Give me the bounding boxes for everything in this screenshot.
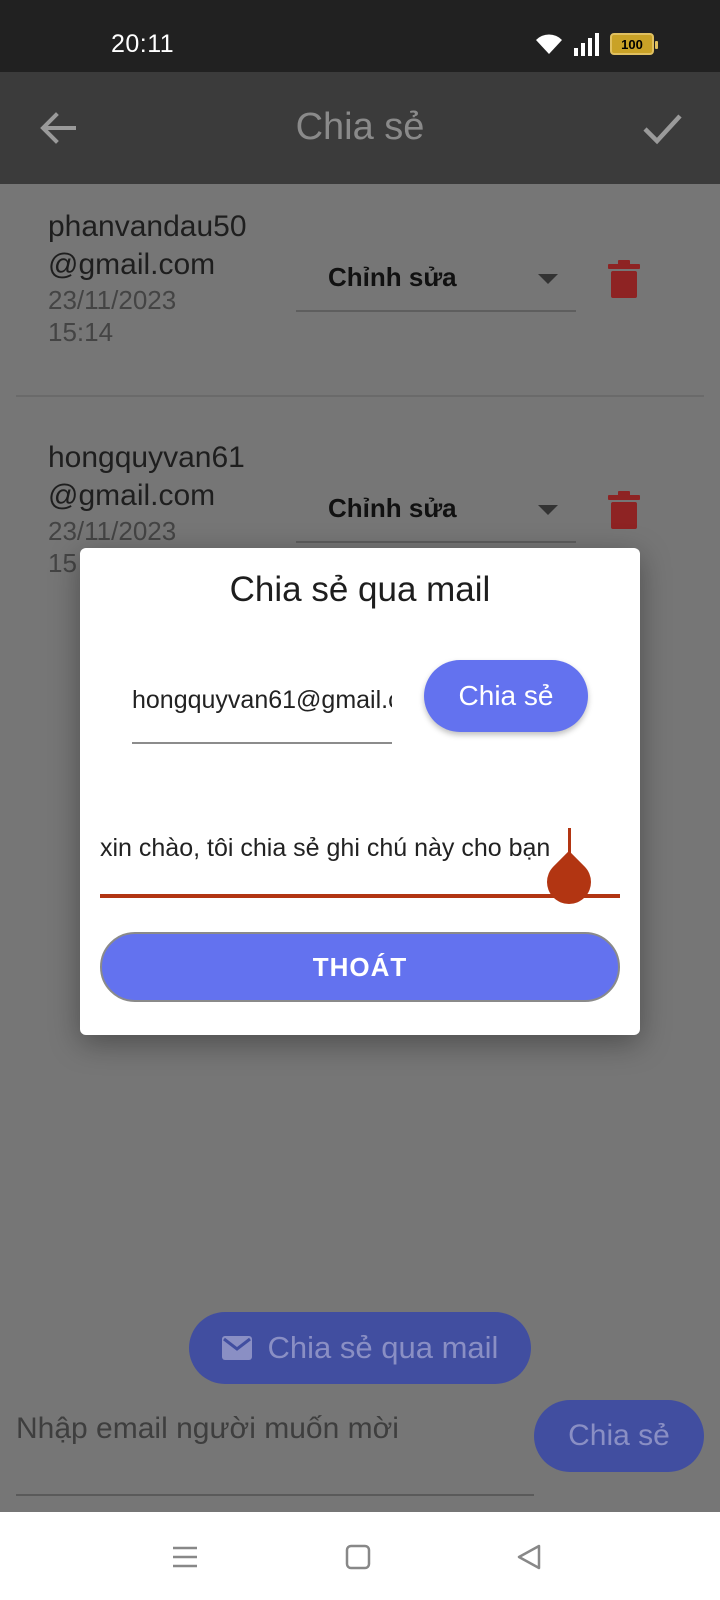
status-time: 20:11	[111, 30, 175, 58]
trash-icon[interactable]	[608, 260, 640, 298]
status-icons: 100	[534, 30, 658, 58]
signal-icon	[574, 33, 599, 56]
caret-down-icon	[538, 274, 558, 284]
mail-icon	[221, 1336, 252, 1360]
exit-button[interactable]: THOÁT	[100, 932, 620, 1002]
wifi-icon	[536, 34, 562, 54]
menu-icon[interactable]	[170, 1542, 200, 1572]
back-triangle-icon[interactable]	[515, 1542, 545, 1572]
permission-dropdown[interactable]: Chỉnh sửa	[296, 475, 576, 543]
status-bar: 20:11 100	[0, 0, 720, 72]
dialog-title: Chia sẻ qua mail	[229, 570, 491, 609]
share-mail-dialog: Chia sẻ qua mail hongquyvan61@gmail.com …	[80, 548, 640, 1035]
field-underline	[100, 894, 620, 898]
message-field[interactable]: xin chào, tôi chia sẻ ghi chú này cho bạ…	[100, 812, 620, 914]
email-field[interactable]: hongquyvan61@gmail.com	[132, 658, 392, 744]
divider	[16, 395, 704, 397]
battery-icon: 100	[610, 33, 658, 55]
invite-email-input[interactable]: Nhập email người muốn mời	[16, 1384, 534, 1496]
system-nav-bar	[0, 1512, 720, 1600]
share-via-mail-button[interactable]: Chia sẻ qua mail	[189, 1312, 531, 1384]
app-bar: Chia sẻ	[0, 72, 720, 184]
home-icon[interactable]	[343, 1542, 373, 1572]
list-item: phanvandau50 @gmail.com 23/11/2023 15:14…	[0, 184, 720, 414]
share-date: 23/11/2023 15:14	[48, 285, 177, 347]
trash-icon[interactable]	[608, 491, 640, 529]
check-icon[interactable]	[640, 106, 684, 150]
caret-down-icon	[538, 505, 558, 515]
share-email: phanvandau50 @gmail.com	[48, 210, 247, 281]
page-title: Chia sẻ	[295, 106, 425, 148]
share-button[interactable]: Chia sẻ	[424, 660, 588, 732]
share-email: hongquyvan61 @gmail.com	[48, 441, 245, 512]
permission-dropdown[interactable]: Chỉnh sửa	[296, 244, 576, 312]
invite-share-button[interactable]: Chia sẻ	[534, 1400, 704, 1472]
